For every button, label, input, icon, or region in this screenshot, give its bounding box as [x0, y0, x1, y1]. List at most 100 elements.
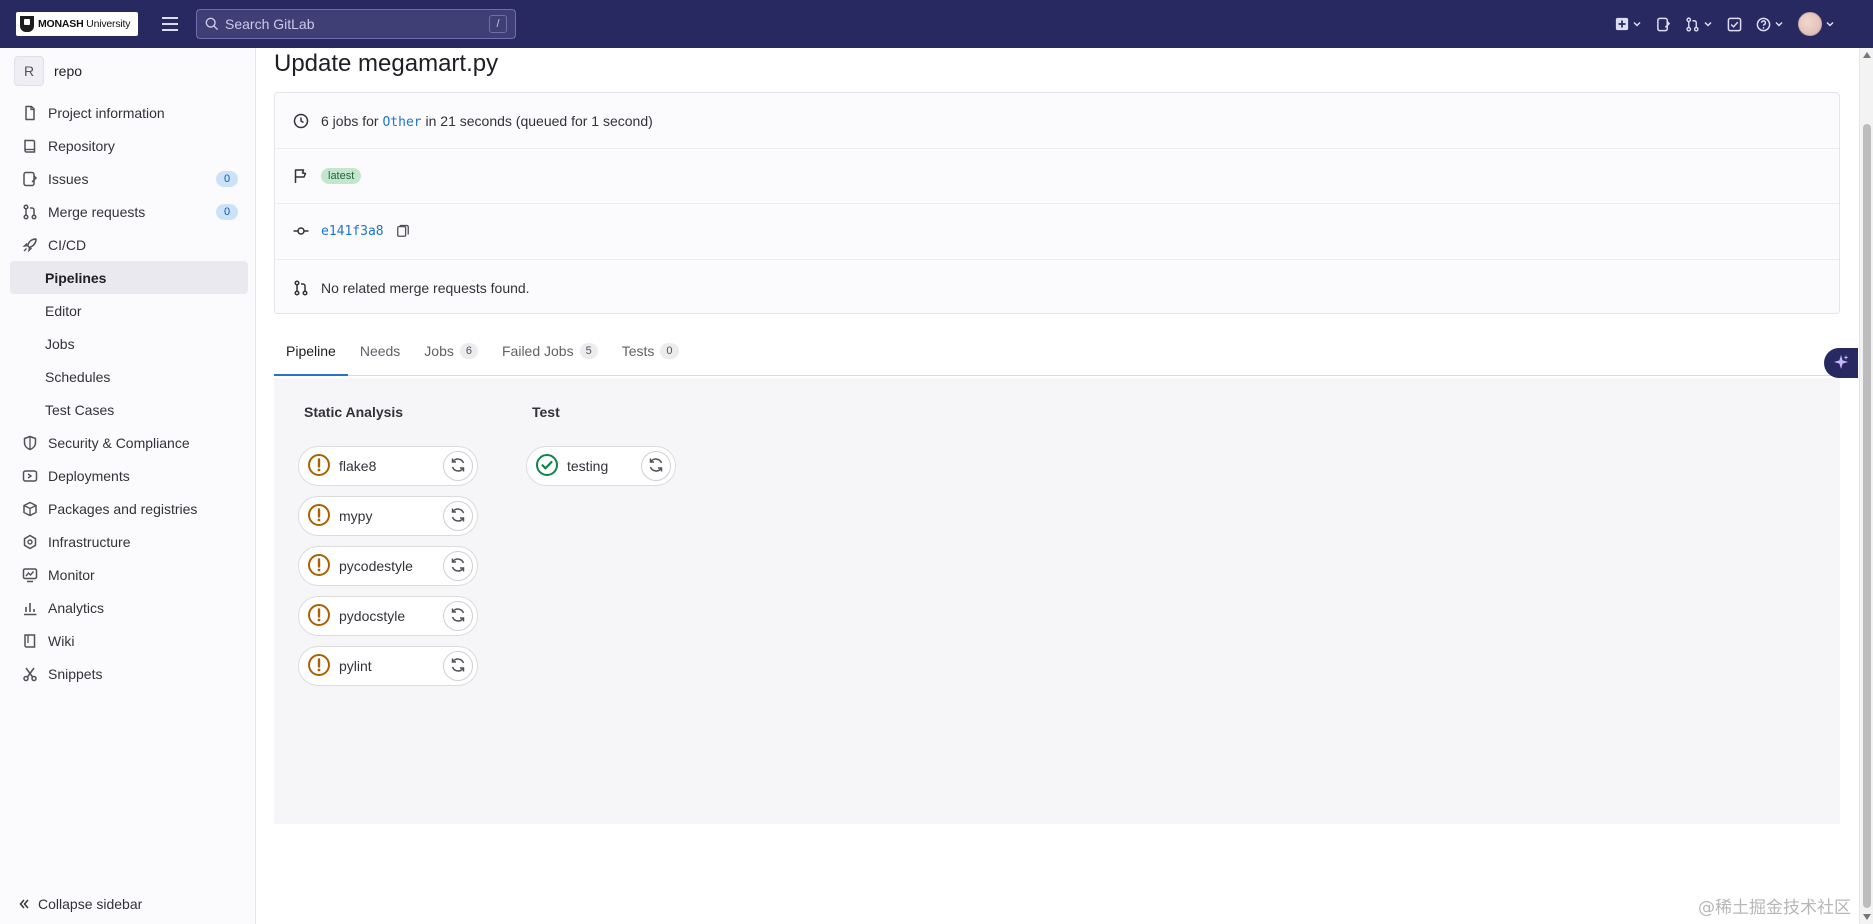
- search-placeholder: Search GitLab: [225, 16, 315, 32]
- project-name: repo: [54, 63, 83, 79]
- sidebar-item-label: Editor: [45, 302, 82, 319]
- sidebar-item-project-information[interactable]: Project information: [10, 96, 248, 129]
- sidebar-item-packages-and-registries[interactable]: Packages and registries: [10, 492, 248, 525]
- collapse-sidebar-button[interactable]: Collapse sidebar: [18, 896, 142, 912]
- new-item-button[interactable]: [1615, 17, 1642, 31]
- menu-icon[interactable]: [160, 14, 180, 34]
- job-name: pycodestyle: [339, 558, 413, 574]
- scroll-up-arrow[interactable]: [1863, 52, 1871, 58]
- sidebar-item-infrastructure[interactable]: Infrastructure: [10, 525, 248, 558]
- page-scrollbar[interactable]: [1859, 48, 1873, 924]
- retry-icon: [450, 657, 466, 676]
- monash-logo[interactable]: MONASH University: [16, 12, 138, 36]
- issues-icon: [22, 171, 38, 187]
- merge-request-icon: [22, 203, 38, 220]
- merge-request-icon: [294, 280, 308, 296]
- retry-icon: [648, 457, 664, 476]
- main-content: Update megamart.py 6 jobs for Other in 2…: [272, 48, 1842, 924]
- duo-chat-button[interactable]: [1824, 348, 1858, 378]
- chevron-down-icon: [1826, 21, 1834, 27]
- sidebar-item-analytics[interactable]: Analytics: [10, 591, 248, 624]
- merge-requests-nav-button[interactable]: [1685, 16, 1713, 32]
- package-icon: [22, 501, 38, 517]
- tab-needs[interactable]: Needs: [348, 327, 412, 375]
- pipeline-graph: Static Analysis flake8 mypy pycodestyle pydo…: [274, 378, 1840, 824]
- issues-nav-button[interactable]: [1656, 17, 1671, 32]
- search-shortcut: /: [489, 15, 507, 33]
- scroll-thumb[interactable]: [1863, 124, 1871, 908]
- chevron-down-icon: [1775, 21, 1783, 27]
- tab-tests[interactable]: Tests 0: [610, 327, 691, 375]
- retry-button[interactable]: [443, 501, 473, 531]
- user-menu-button[interactable]: [1798, 12, 1835, 36]
- rocket-icon: [22, 237, 38, 253]
- tab-pipeline[interactable]: Pipeline: [274, 327, 348, 376]
- count-badge: 0: [216, 171, 238, 187]
- sidebar-item-merge-requests[interactable]: Merge requests 0: [10, 195, 248, 228]
- retry-button[interactable]: [443, 451, 473, 481]
- tab-failed-jobs[interactable]: Failed Jobs 5: [490, 327, 610, 375]
- tab-label: Failed Jobs: [502, 343, 574, 359]
- search-icon: [205, 17, 219, 31]
- job-mypy[interactable]: mypy: [298, 496, 478, 536]
- retry-button[interactable]: [443, 601, 473, 631]
- commit-sha-link[interactable]: e141f3a8: [321, 224, 384, 239]
- search-input[interactable]: Search GitLab /: [196, 9, 516, 39]
- chevron-down-icon: [1704, 21, 1712, 27]
- todos-nav-button[interactable]: [1727, 17, 1742, 32]
- sidebar-item-jobs[interactable]: Jobs: [10, 327, 248, 360]
- sidebar-item-snippets[interactable]: Snippets: [10, 657, 248, 690]
- repository-icon: [22, 138, 38, 154]
- deployments-icon: [22, 468, 38, 484]
- retry-icon: [450, 507, 466, 526]
- pipeline-summary-row: 6 jobs for Other in 21 seconds (queued f…: [275, 107, 1839, 135]
- pipeline-summary: 6 jobs for Other in 21 seconds (queued f…: [321, 112, 653, 130]
- job-flake8[interactable]: flake8: [298, 446, 478, 486]
- avatar: [1798, 12, 1822, 36]
- sidebar-item-issues[interactable]: Issues 0: [10, 162, 248, 195]
- sidebar-project[interactable]: R repo: [14, 56, 82, 86]
- sidebar-nav: Project information Repository Issues 0 Merg…: [10, 96, 248, 690]
- retry-button[interactable]: [443, 651, 473, 681]
- sidebar-item-pipelines[interactable]: Pipelines: [10, 261, 248, 294]
- count-badge: 0: [216, 204, 238, 220]
- sidebar-item-label: CI/CD: [48, 236, 87, 253]
- tab-label: Needs: [359, 343, 401, 359]
- retry-button[interactable]: [443, 551, 473, 581]
- sidebar-item-ci-cd[interactable]: CI/CD: [10, 228, 248, 261]
- copy-icon[interactable]: [396, 224, 410, 238]
- job-pydocstyle[interactable]: pydocstyle: [298, 596, 478, 636]
- commit-row: e141f3a8: [275, 217, 1839, 245]
- merge-requests-text: No related merge requests found.: [321, 280, 530, 296]
- sidebar-item-label: Packages and registries: [48, 500, 198, 517]
- job-testing[interactable]: testing: [526, 446, 676, 486]
- job-pycodestyle[interactable]: pycodestyle: [298, 546, 478, 586]
- status-warning-icon: [307, 603, 331, 630]
- clock-icon: [293, 113, 309, 129]
- job-pylint[interactable]: pylint: [298, 646, 478, 686]
- merge-request-icon: [1686, 16, 1699, 32]
- job-name: mypy: [339, 508, 373, 524]
- sidebar-item-security-and-compliance[interactable]: Security & Compliance: [10, 426, 248, 459]
- scroll-down-arrow[interactable]: [1863, 914, 1871, 920]
- sidebar-item-wiki[interactable]: Wiki: [10, 624, 248, 657]
- sidebar-item-label: Project information: [48, 104, 165, 121]
- sidebar-item-label: Issues: [48, 170, 89, 187]
- stage-title: Static Analysis: [304, 404, 404, 420]
- infrastructure-icon: [22, 534, 38, 550]
- retry-button[interactable]: [641, 451, 671, 481]
- sidebar-item-schedules[interactable]: Schedules: [10, 360, 248, 393]
- top-navbar: MONASH University Search GitLab /: [0, 0, 1873, 48]
- sidebar-item-test-cases[interactable]: Test Cases: [10, 393, 248, 426]
- tab-jobs[interactable]: Jobs 6: [412, 327, 490, 375]
- ref-link[interactable]: Other: [382, 115, 421, 130]
- sidebar-item-deployments[interactable]: Deployments: [10, 459, 248, 492]
- pipeline-info-box: 6 jobs for Other in 21 seconds (queued f…: [274, 92, 1840, 314]
- sidebar-item-label: Deployments: [48, 467, 130, 484]
- sidebar-item-editor[interactable]: Editor: [10, 294, 248, 327]
- sidebar-item-repository[interactable]: Repository: [10, 129, 248, 162]
- status-warning-icon: [307, 653, 331, 680]
- monitor-icon: [22, 567, 38, 583]
- help-button[interactable]: [1756, 17, 1784, 32]
- sidebar-item-monitor[interactable]: Monitor: [10, 558, 248, 591]
